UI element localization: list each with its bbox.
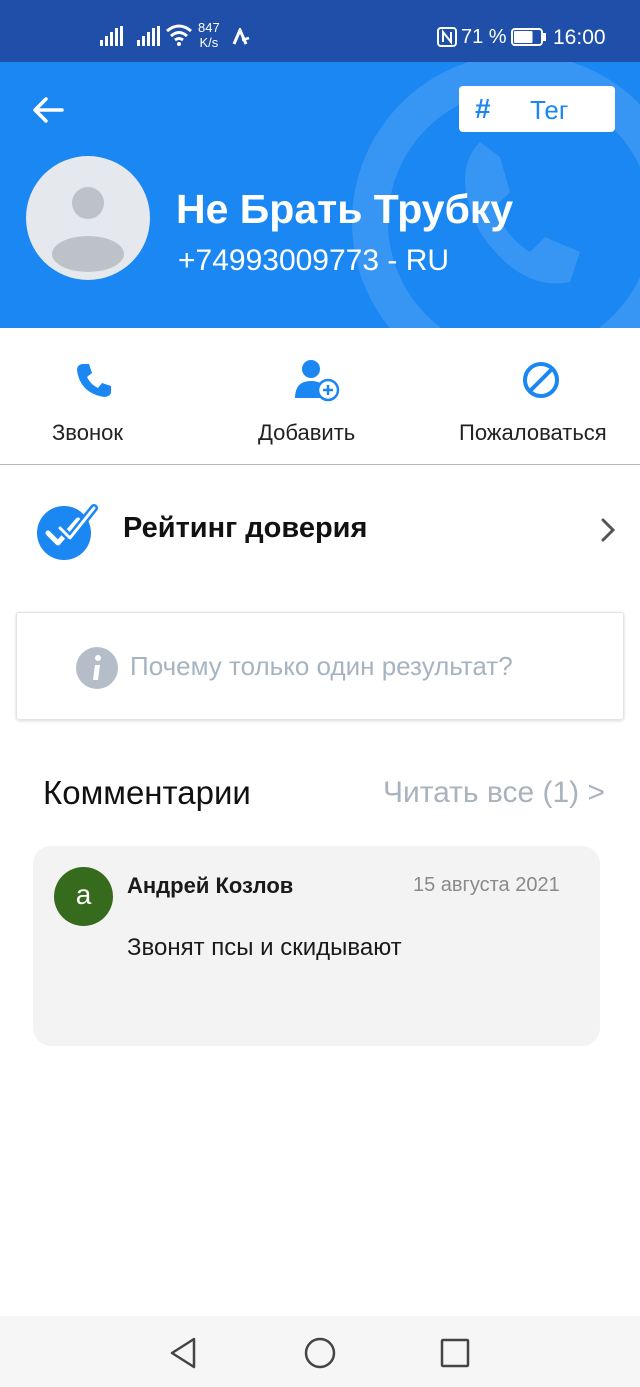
single-result-info[interactable]: Почему только один результат?: [16, 612, 624, 720]
signal-icon: [137, 26, 160, 46]
report-label: Пожаловаться: [459, 420, 607, 445]
nav-recents-icon[interactable]: [435, 1333, 475, 1373]
signal-icon: [100, 26, 123, 46]
check-shield-icon: [37, 504, 98, 560]
nfc-icon: [437, 27, 457, 47]
info-text: Почему только один результат?: [130, 651, 513, 681]
wifi-icon: [166, 24, 192, 46]
call-label: Звонок: [52, 420, 123, 445]
tag-button[interactable]: # Тег: [459, 86, 615, 132]
phone-icon: [77, 364, 111, 397]
battery-percent: 71 %: [461, 26, 507, 48]
tag-label: Тег: [530, 95, 569, 125]
contact-name: Не Брать Трубку: [176, 186, 514, 232]
action-row: Звонок Добавить Пожаловаться: [0, 328, 640, 465]
comments-title: Комментарии: [43, 774, 251, 811]
comment-date: 15 августа 2021: [413, 874, 560, 896]
contact-header: # Тег Не Брать Трубку +74993009773 - RU: [0, 62, 640, 328]
read-all-link[interactable]: Читать все (1) >: [383, 776, 605, 810]
clock: 16:00: [553, 26, 606, 49]
info-icon: [76, 647, 118, 689]
comment-avatar: a: [54, 867, 113, 926]
system-nav-bar: [0, 1316, 640, 1387]
nav-home-icon[interactable]: [300, 1333, 340, 1373]
chevron-right-icon: [601, 518, 616, 542]
trust-rating-row[interactable]: Рейтинг доверия: [0, 482, 640, 582]
battery-icon: [511, 28, 546, 46]
hash-icon: #: [475, 93, 491, 124]
comment-author: Андрей Козлов: [127, 873, 294, 898]
comment-text: Звонят псы и скидывают: [127, 934, 402, 961]
call-button[interactable]: Звонок: [0, 328, 186, 464]
add-contact-button[interactable]: Добавить: [240, 328, 390, 464]
contact-avatar: [26, 156, 150, 280]
network-speed: 847 K/s: [198, 20, 220, 50]
rating-label: Рейтинг доверия: [123, 512, 368, 544]
person-icon: [52, 187, 124, 272]
status-bar: 847 K/s 71 % 16:00: [0, 0, 640, 62]
report-button[interactable]: Пожаловаться: [450, 328, 640, 464]
contact-phone: +74993009773 - RU: [178, 244, 450, 277]
app-notification-icon: [232, 28, 250, 45]
comment-card: a Андрей Козлов 15 августа 2021 Звонят п…: [33, 846, 600, 1046]
add-label: Добавить: [258, 420, 356, 445]
back-button[interactable]: [28, 90, 68, 130]
nav-back-icon[interactable]: [164, 1333, 204, 1373]
block-icon: [523, 362, 559, 398]
add-contact-icon: [295, 360, 340, 402]
